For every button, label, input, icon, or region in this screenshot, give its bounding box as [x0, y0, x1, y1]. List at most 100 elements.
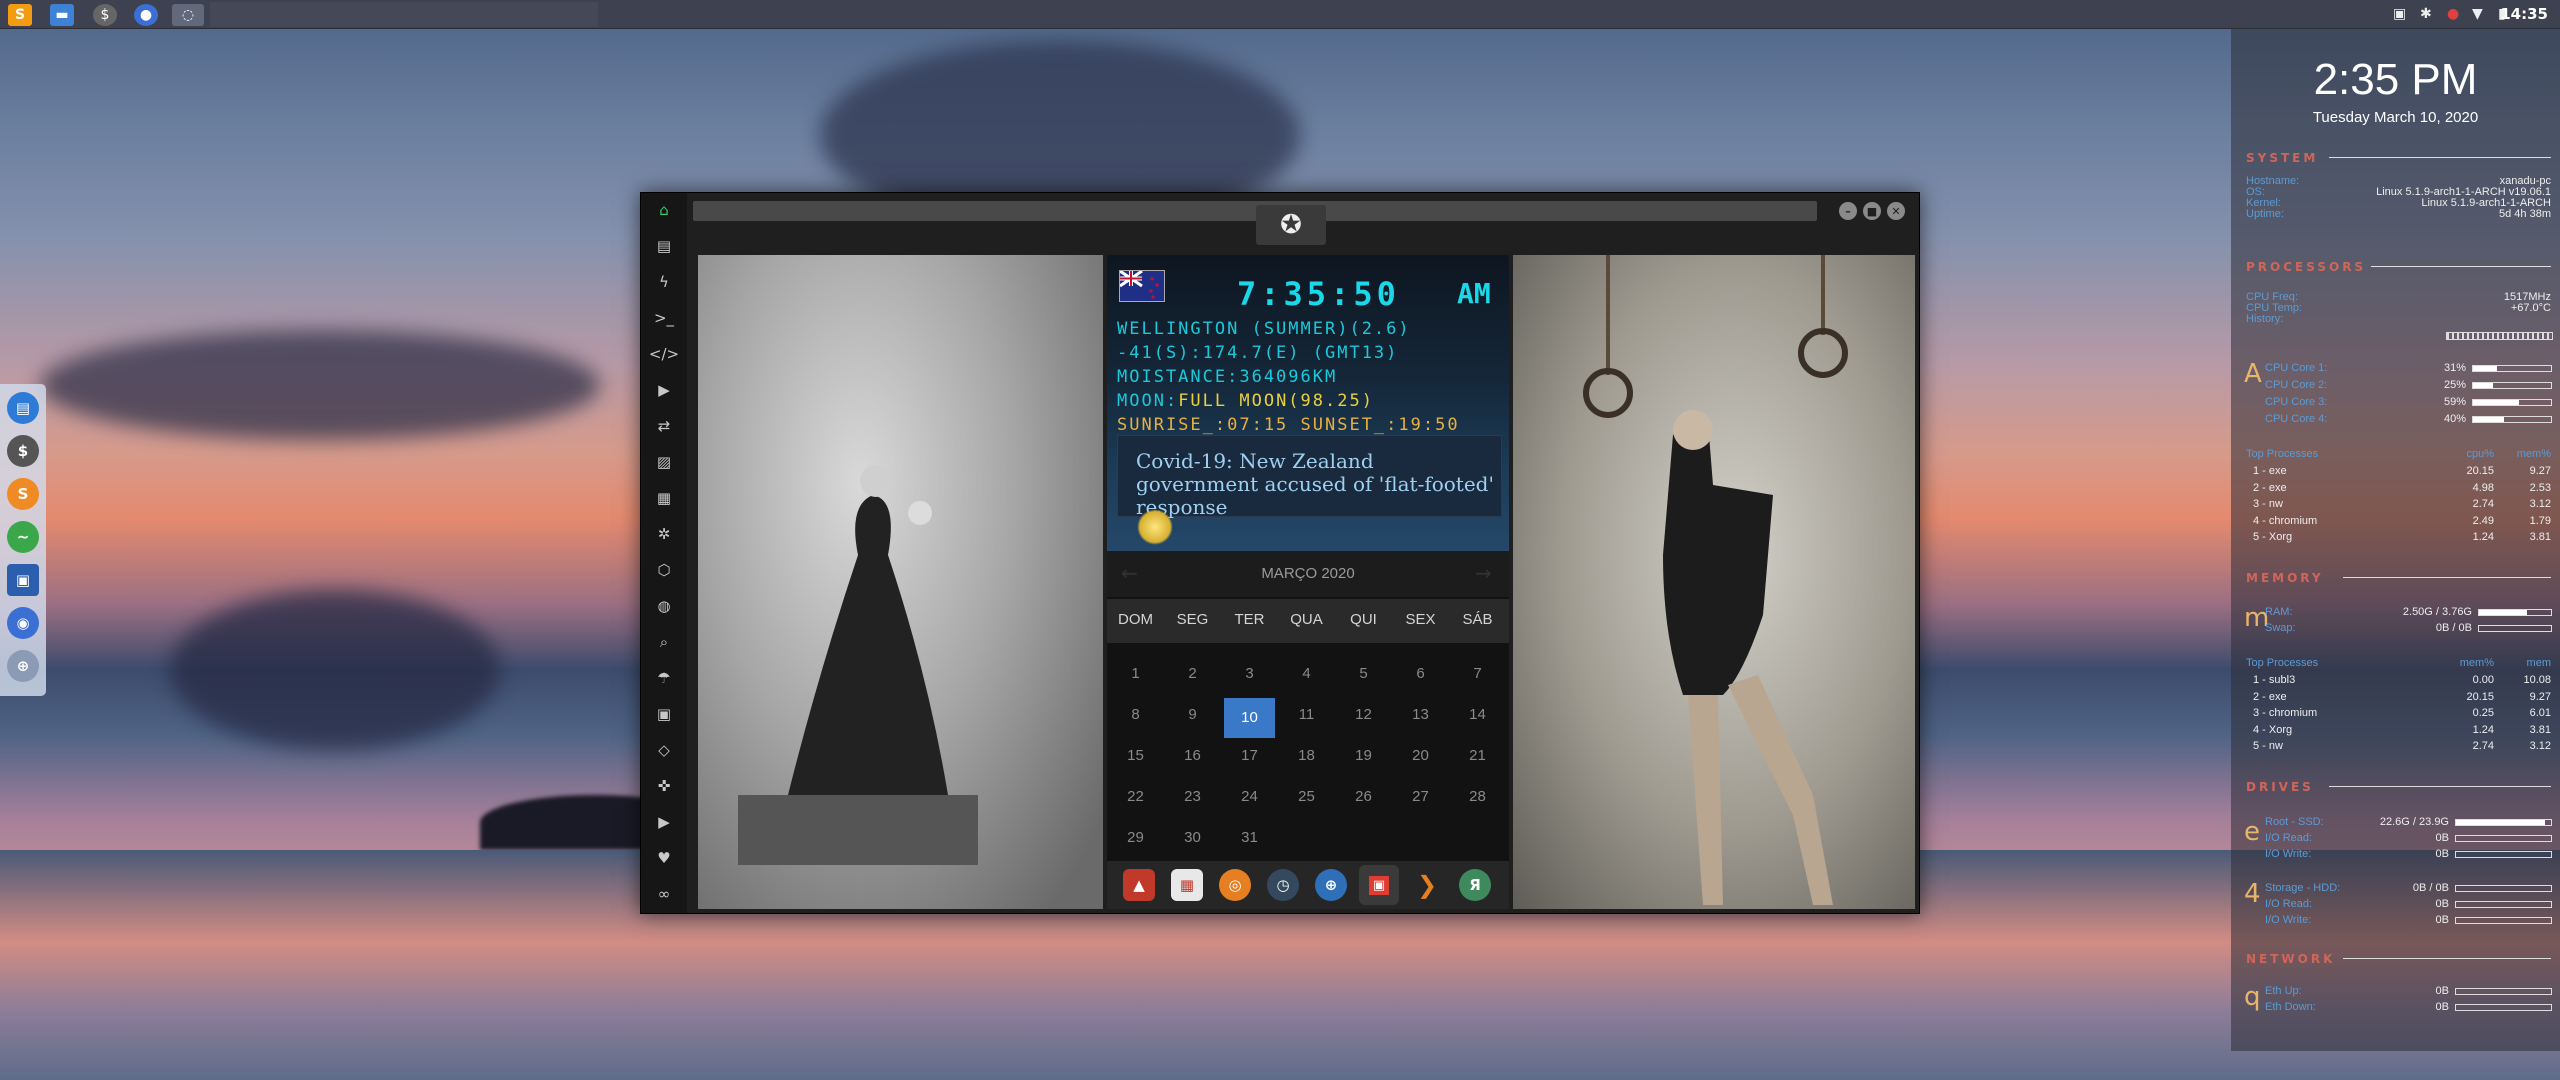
clock-app-icon[interactable]: ◷: [1267, 869, 1299, 901]
calendar-day[interactable]: 21: [1449, 747, 1506, 764]
calendar-day[interactable]: 25: [1278, 788, 1335, 805]
lightning-icon[interactable]: ϟ: [651, 269, 677, 295]
code-icon[interactable]: </>: [649, 341, 679, 367]
files-icon[interactable]: ▬: [50, 4, 74, 26]
news-headline[interactable]: Covid-19: New Zealand government accused…: [1136, 450, 1496, 519]
calendar-day[interactable]: 29: [1107, 829, 1164, 846]
news-card[interactable]: Covid-19: New Zealand government accused…: [1117, 435, 1502, 519]
globe-icon[interactable]: ◍: [651, 593, 677, 619]
document-icon[interactable]: ▤: [651, 233, 677, 259]
bluetooth-icon[interactable]: ✱: [2420, 6, 2432, 22]
conky.cores-bar: [2472, 399, 2552, 406]
maximize-button[interactable]: ■: [1863, 202, 1881, 220]
calendar-day[interactable]: 11: [1278, 706, 1335, 723]
terminal-icon[interactable]: >_: [651, 305, 677, 331]
sublime-icon[interactable]: S: [7, 478, 39, 510]
umbrella-icon[interactable]: ☂: [651, 665, 677, 691]
news-icon[interactable]: ▦: [651, 485, 677, 511]
arrow-app-icon[interactable]: ❯: [1411, 869, 1443, 901]
conky.drives-bar: [2455, 851, 2552, 858]
conky.cores-bar: [2472, 382, 2552, 389]
system-monitor-icon[interactable]: $: [93, 4, 117, 26]
calendar-day[interactable]: 20: [1392, 747, 1449, 764]
calendar-day[interactable]: 17: [1221, 747, 1278, 764]
calendar-day[interactable]: 16: [1164, 747, 1221, 764]
settings-icon[interactable]: ✲: [651, 521, 677, 547]
calendar-day[interactable]: 27: [1392, 788, 1449, 805]
calendar-day[interactable]: 23: [1164, 788, 1221, 805]
search-app-icon[interactable]: ◎: [1219, 869, 1251, 901]
next-month-button[interactable]: →: [1475, 561, 1492, 585]
world-clock-ampm: AM: [1457, 277, 1491, 310]
calendar-day[interactable]: 1: [1107, 665, 1164, 682]
calendar-day[interactable]: 19: [1335, 747, 1392, 764]
conky.storage-bar: [2455, 917, 2552, 924]
image-icon[interactable]: ▨: [651, 449, 677, 475]
panel-clock[interactable]: 14:35: [2500, 5, 2548, 23]
process-memp: 0.25: [2472, 707, 2494, 719]
calendar-day[interactable]: 12: [1335, 706, 1392, 723]
contact-icon[interactable]: ▣: [651, 701, 677, 727]
calendar-day[interactable]: 26: [1335, 788, 1392, 805]
chromium-icon[interactable]: ●: [134, 4, 158, 26]
weekday-label: SEX: [1405, 611, 1436, 628]
files-icon[interactable]: ▤: [7, 392, 39, 424]
calendar-day-today[interactable]: 10: [1224, 698, 1275, 738]
process-cpu: 20.15: [2466, 465, 2494, 477]
close-button[interactable]: ✕: [1887, 202, 1905, 220]
alarm-app-icon[interactable]: ▲: [1123, 869, 1155, 901]
hexagon-icon[interactable]: ⬡: [651, 557, 677, 583]
search-icon[interactable]: ⌕: [651, 629, 677, 655]
play-icon[interactable]: ▶: [651, 377, 677, 403]
calendar-app-icon[interactable]: ▦: [1171, 869, 1203, 901]
system-monitor-icon[interactable]: $: [7, 435, 39, 467]
calendar-day[interactable]: 4: [1278, 665, 1335, 682]
calendar-day[interactable]: 7: [1449, 665, 1506, 682]
moon-phase-value: FULL MOON(98.25): [1178, 391, 1374, 411]
home-icon[interactable]: ⌂: [651, 197, 677, 223]
process-mem: 9.27: [2529, 465, 2551, 477]
calendar-day[interactable]: 5: [1335, 665, 1392, 682]
photo-icon[interactable]: ▣: [2393, 6, 2406, 22]
calendar-day[interactable]: 14: [1449, 706, 1506, 723]
top-cpu-title: Top Processes: [2246, 448, 2319, 460]
conky-date: Tuesday March 10, 2020: [2312, 109, 2479, 126]
calendar-day[interactable]: 6: [1392, 665, 1449, 682]
calendar-day[interactable]: 18: [1278, 747, 1335, 764]
minimize-button[interactable]: –: [1839, 202, 1857, 220]
screenshot-icon[interactable]: ▣: [7, 564, 39, 596]
calendar-day[interactable]: 9: [1164, 706, 1221, 723]
calendar-day[interactable]: 24: [1221, 788, 1278, 805]
conky.cores-label: CPU Core 4:: [2265, 413, 2328, 425]
conky.mem-bar: [2478, 625, 2552, 632]
date-app-icon[interactable]: ▣: [1359, 865, 1399, 905]
calendar-day[interactable]: 3: [1221, 665, 1278, 682]
title-bar[interactable]: [693, 201, 1817, 221]
tag-icon[interactable]: ◇: [651, 737, 677, 763]
globe-app-icon[interactable]: ⊕: [1315, 869, 1347, 901]
sublime-text-icon[interactable]: S: [8, 4, 32, 26]
yandex-app-icon[interactable]: Я: [1459, 869, 1491, 901]
conky.cores-value: 59%: [2443, 396, 2466, 408]
heart-icon[interactable]: ♥: [651, 845, 677, 871]
record-icon[interactable]: ●: [2447, 6, 2459, 22]
expand-icon[interactable]: ✜: [651, 773, 677, 799]
process-mem: 2.53: [2529, 481, 2551, 494]
pulse-icon[interactable]: ~: [7, 521, 39, 553]
calendar-day[interactable]: 2: [1164, 665, 1221, 682]
calendar-day[interactable]: 8: [1107, 706, 1164, 723]
conky.cpu-label: History:: [2246, 313, 2284, 325]
wifi-icon[interactable]: ▼: [2472, 6, 2483, 22]
calendar-day[interactable]: 28: [1449, 788, 1506, 805]
calendar-day[interactable]: 13: [1392, 706, 1449, 723]
translate-icon[interactable]: ⇄: [651, 413, 677, 439]
window-task-icon[interactable]: ◌: [172, 4, 204, 26]
calendar-day[interactable]: 22: [1107, 788, 1164, 805]
calendar-day[interactable]: 30: [1164, 829, 1221, 846]
youtube-icon[interactable]: ▶: [651, 809, 677, 835]
calendar-day[interactable]: 31: [1221, 829, 1278, 846]
chromium-icon[interactable]: ◉: [7, 607, 39, 639]
link-icon[interactable]: ∞: [651, 881, 677, 907]
network-icon[interactable]: ⊕: [7, 650, 39, 682]
calendar-day[interactable]: 15: [1107, 747, 1164, 764]
